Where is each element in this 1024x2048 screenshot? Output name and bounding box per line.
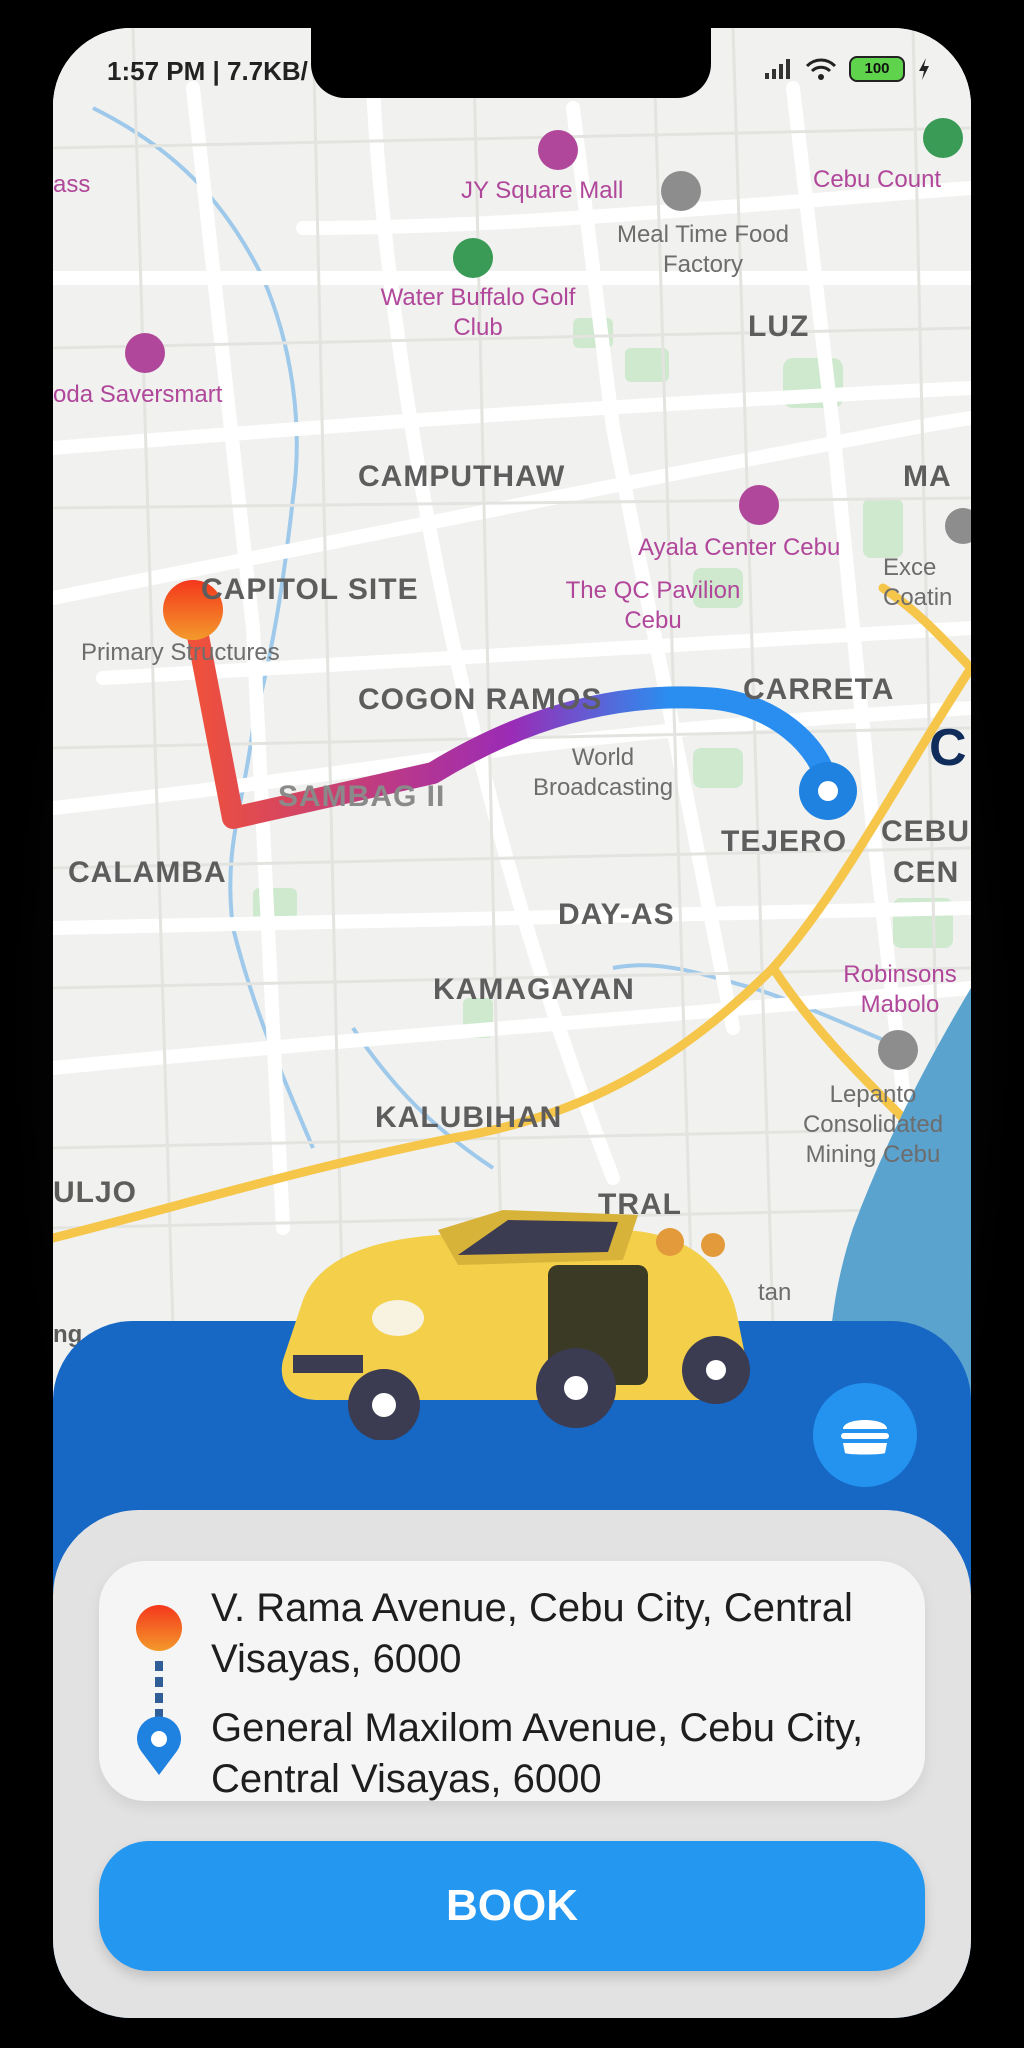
map-area-label: CEBU — [881, 815, 971, 848]
map-poi-label: Primary Structures — [81, 639, 280, 666]
route-indicator — [136, 1605, 182, 1775]
map-area-label: MA — [903, 460, 952, 493]
address-card: V. Rama Avenue, Cebu City, Central Visay… — [99, 1561, 925, 1801]
pickup-address[interactable]: V. Rama Avenue, Cebu City, Central Visay… — [211, 1583, 901, 1685]
wifi-icon — [805, 58, 837, 80]
map-area-label: CAPITOL SITE — [201, 573, 419, 606]
signal-icon — [765, 59, 790, 79]
map-poi-label: oda Saversmart — [53, 381, 223, 408]
pickup-dot-icon — [136, 1605, 182, 1651]
status-time: 1:57 PM | 7.7KB/ — [107, 56, 308, 86]
map-area-label: TEJERO — [721, 825, 848, 858]
map-area-label: SAMBAG II — [278, 780, 446, 813]
map-poi-label: World Broadcasting — [532, 744, 674, 801]
map-poi-label: Ayala Center Cebu — [638, 534, 841, 561]
map-area-label: KAMAGAYAN — [433, 973, 635, 1006]
map-area-label: COGON RAMOS — [358, 683, 603, 716]
map-area-label: C — [929, 719, 968, 777]
map-area-label: ULJO — [53, 1176, 138, 1209]
menu-button[interactable] — [813, 1383, 917, 1487]
car-illustration — [281, 1210, 750, 1440]
map-poi-label: Cebu Count — [813, 166, 942, 193]
map-poi-label: Exce Coatin — [883, 554, 953, 611]
map-poi-label: Lepanto Consolidated Mining Cebu — [802, 1081, 944, 1168]
device-notch — [311, 28, 711, 98]
map-poi-label: JY Square Mall — [461, 177, 624, 204]
destination-address[interactable]: General Maxilom Avenue, Cebu City, Centr… — [211, 1703, 901, 1805]
map-poi-label: The QC Pavilion Cebu — [565, 577, 741, 634]
charging-icon — [919, 58, 929, 80]
map-poi-label: Water Buffalo Golf Club — [380, 284, 576, 341]
book-button[interactable]: BOOK — [99, 1841, 925, 1971]
map-area-label: LUZ — [748, 310, 810, 343]
map-area-label: CAMPUTHAW — [358, 460, 566, 493]
map-area-label: CARRETA — [743, 673, 895, 706]
map-poi-label: ass — [53, 171, 91, 198]
map-poi-label: Robinsons Mabolo — [843, 961, 957, 1018]
status-icons: 100 — [763, 56, 931, 82]
battery-icon: 100 — [849, 56, 905, 82]
map-area-label: KALUBIHAN — [375, 1101, 563, 1134]
map-poi-label: Meal Time Food Factory — [616, 221, 790, 278]
burger-icon — [841, 1420, 889, 1455]
map-area-label: DAY-AS — [558, 898, 675, 931]
phone-screen: CAMPUTHAW CAPITOL SITE COGON RAMOS CARRE… — [53, 28, 971, 2018]
map-area-label: CEN — [893, 856, 960, 889]
map-area-label: CALAMBA — [68, 856, 227, 889]
